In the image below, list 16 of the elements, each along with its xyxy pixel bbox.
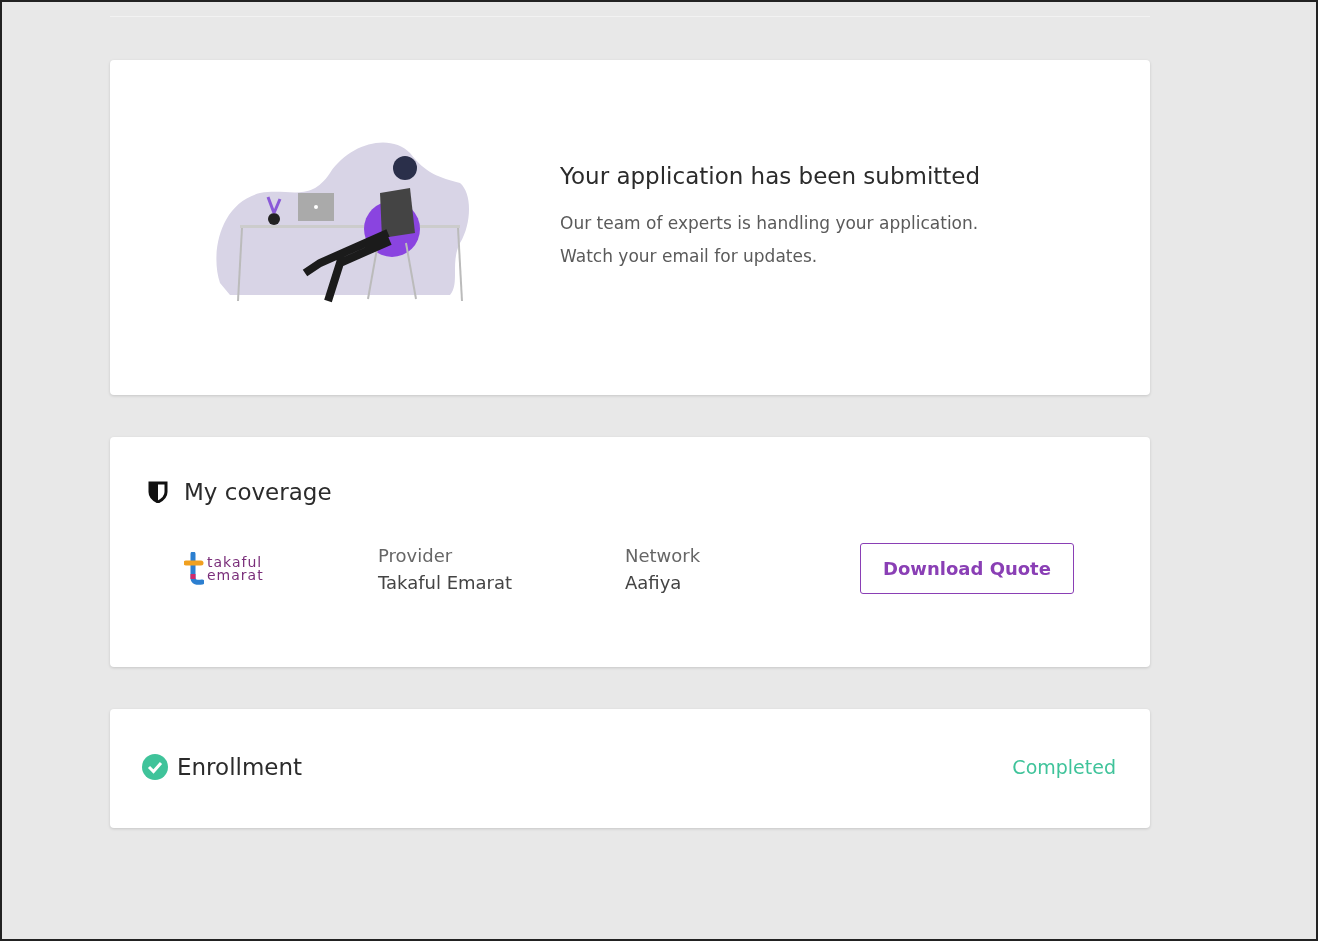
- shield-icon: [148, 481, 168, 503]
- enrollment-title: Enrollment: [177, 753, 303, 780]
- enrollment-status: Completed: [1012, 755, 1116, 778]
- field-value: Takaful Emarat: [378, 571, 514, 593]
- logo-text: emarat: [207, 568, 264, 582]
- submission-message: Our team of experts is handling your application.: [560, 211, 980, 235]
- coverage-title: My coverage: [184, 479, 332, 505]
- download-quote-button[interactable]: Download Quote: [860, 543, 1074, 594]
- provider-logo-icon: [184, 551, 204, 586]
- field-value: Aafiya: [625, 571, 683, 593]
- logo-text: takaful: [207, 555, 264, 569]
- check-circle-icon: [142, 753, 168, 780]
- field-label: Network: [625, 544, 702, 566]
- field-label: Provider: [378, 544, 454, 566]
- submission-message: Watch your email for updates.: [560, 244, 819, 268]
- submission-title: Your application has been submitted: [560, 162, 981, 189]
